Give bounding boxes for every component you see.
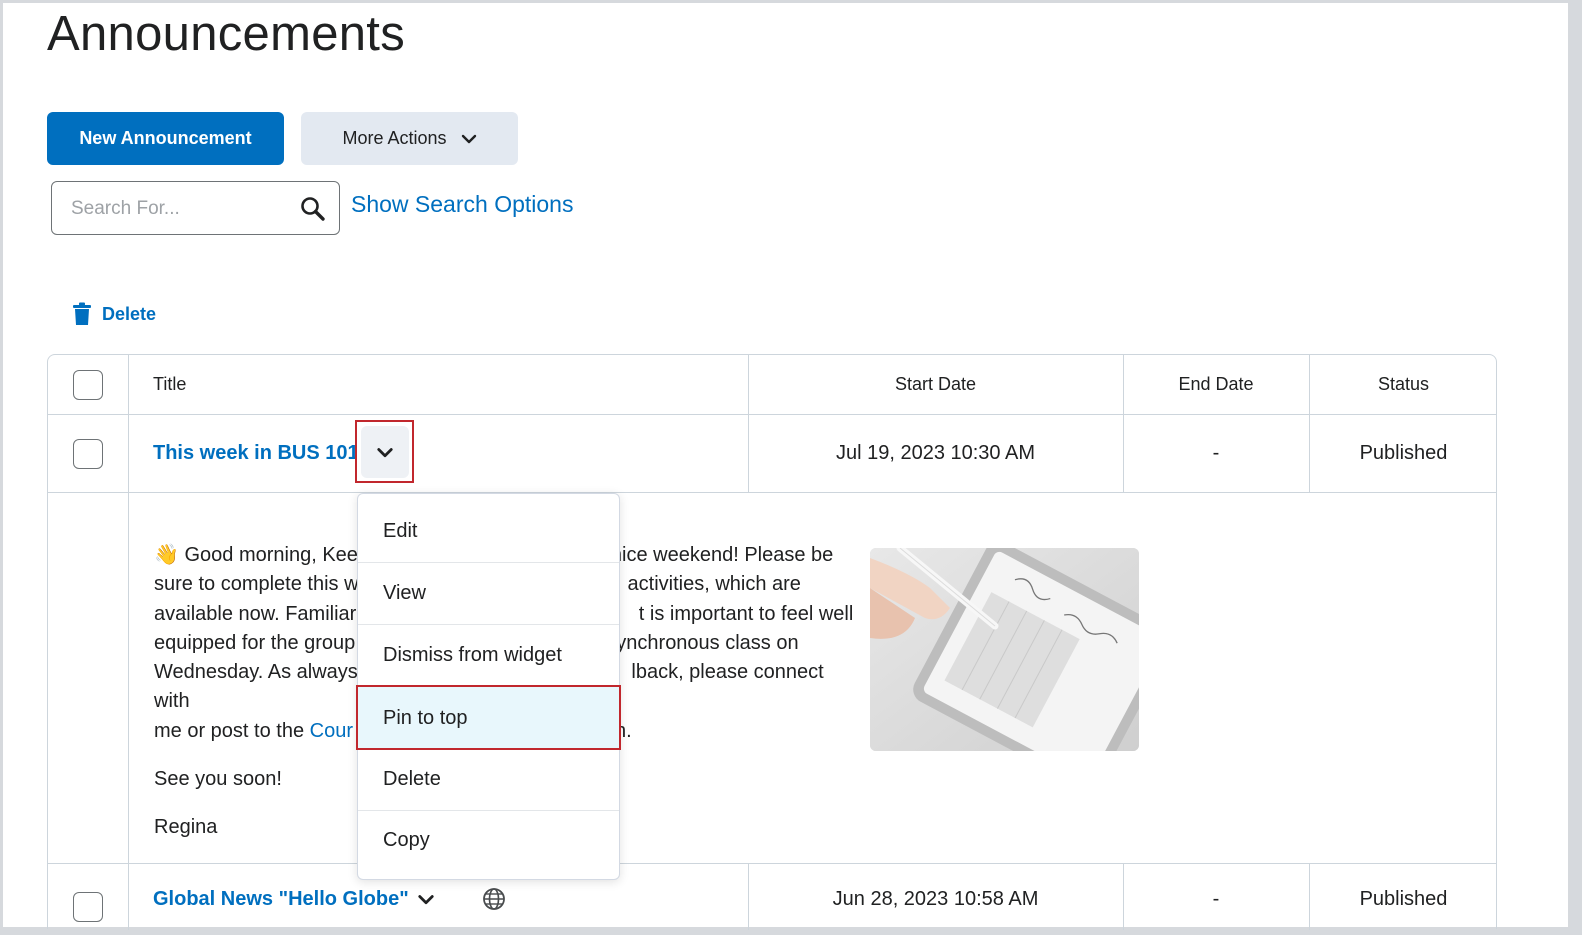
announcements-table: Title Start Date End Date Status This we… [47, 354, 1497, 930]
status-text: Published [1359, 442, 1448, 464]
globe-icon [483, 888, 505, 910]
menu-item-delete[interactable]: Delete [358, 749, 619, 810]
row-checkbox[interactable] [73, 892, 103, 922]
start-date: Jun 28, 2023 10:58 AM [832, 887, 1039, 910]
text-fragment: sure to complete this w [154, 573, 359, 596]
text-fragment: me or post to the [154, 719, 310, 742]
column-header-end-date[interactable]: End Date [1123, 355, 1309, 414]
column-header-start-date[interactable]: Start Date [748, 355, 1123, 414]
menu-item-view[interactable]: View [358, 563, 619, 624]
text-fragment: ynchronous class on [616, 631, 799, 654]
text-fragment: t is important to feel well [638, 602, 854, 625]
start-date: Jul 19, 2023 10:30 AM [835, 442, 1036, 464]
table-header-row: Title Start Date End Date Status [48, 355, 1496, 415]
announcement-body: 👋 Good morning, Kee nice weekend! Please … [48, 493, 1496, 864]
chevron-down-icon [377, 448, 393, 458]
pin-to-top-highlight-outline [356, 685, 621, 750]
more-actions-button[interactable]: More Actions [301, 112, 518, 165]
search-box [51, 181, 340, 235]
search-input[interactable] [71, 196, 291, 222]
context-menu-button-surface [361, 426, 409, 478]
row-select-cell [73, 872, 103, 935]
menu-item-dismiss-from-widget[interactable]: Dismiss from widget [358, 625, 619, 686]
more-actions-label: More Actions [342, 128, 447, 148]
row-select-cell [73, 415, 103, 492]
row-context-menu-button[interactable] [355, 420, 414, 483]
announcement-image [870, 548, 1139, 751]
table-row: This week in BUS 101 Jul 19, 2023 10:30 … [48, 415, 1496, 493]
status-text: Published [1359, 887, 1448, 910]
course-link[interactable]: Cour [310, 720, 353, 742]
select-all-checkbox[interactable] [73, 369, 103, 400]
text-fragment: activities, which are [627, 573, 801, 596]
chevron-down-icon [461, 134, 476, 143]
menu-item-edit[interactable]: Edit [358, 501, 619, 562]
text-fragment: Good morning, Kee [184, 544, 358, 566]
menu-item-copy[interactable]: Copy [358, 810, 619, 871]
wave-icon: 👋 [154, 544, 179, 566]
select-all-cell [73, 355, 103, 414]
planner-tablet-illustration [870, 548, 1139, 751]
table-row: Global News "Hello Globe" Jun 28, 2023 1… [48, 864, 1496, 934]
show-search-options-link[interactable]: Show Search Options [351, 191, 573, 218]
end-date: - [1212, 442, 1220, 464]
text-fragment: Wednesday. As always, [154, 661, 364, 684]
bulk-delete-button[interactable]: Delete [72, 302, 156, 326]
text-fragment: available now. Familiari [154, 602, 361, 625]
announcement-title-link[interactable]: This week in BUS 101 [153, 415, 359, 492]
new-announcement-button[interactable]: New Announcement [47, 112, 284, 165]
column-header-status[interactable]: Status [1309, 355, 1498, 414]
new-announcement-label: New Announcement [79, 128, 252, 148]
page-title: Announcements [47, 7, 406, 61]
end-date: - [1212, 887, 1220, 910]
search-icon[interactable] [300, 196, 326, 222]
trash-icon [73, 302, 91, 325]
chevron-down-icon [418, 895, 434, 905]
bulk-delete-label: Delete [102, 303, 157, 324]
row-checkbox[interactable] [73, 438, 103, 469]
text-fragment: nice weekend! Please be [610, 544, 834, 566]
column-header-title[interactable]: Title [153, 355, 186, 414]
text-fragment: equipped for the group [154, 631, 356, 654]
